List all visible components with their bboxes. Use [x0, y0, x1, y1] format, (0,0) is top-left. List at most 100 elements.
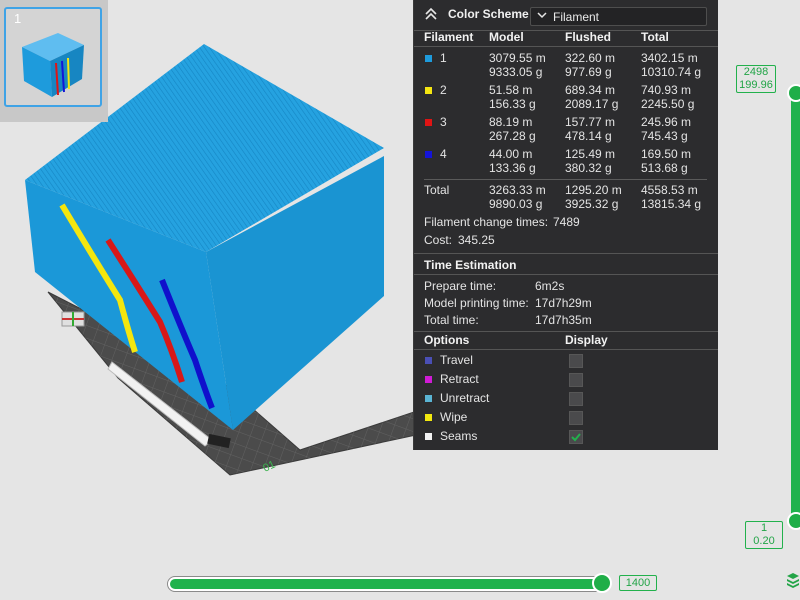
filament-total-m: 169.50 m [641, 147, 692, 161]
gcode-legend-panel: Color Scheme Filament Filament Model Flu… [413, 0, 718, 450]
top-layer-label: 2498 199.96 [736, 65, 776, 93]
option-color-swatch [425, 376, 432, 383]
cost-value: 345.25 [458, 233, 495, 247]
plate-thumbnail[interactable]: 1 [4, 7, 102, 107]
filament-total-g: 513.68 g [641, 161, 688, 175]
option-color-swatch [425, 414, 432, 421]
divider [414, 349, 718, 350]
header-filament: Filament [424, 30, 474, 44]
divider [414, 253, 718, 254]
bottom-layer-height: 0.20 [753, 535, 775, 547]
divider [414, 331, 718, 332]
option-color-swatch [425, 357, 432, 364]
move-slider-track[interactable] [167, 576, 611, 592]
check-icon [571, 433, 581, 442]
total-label: Total [424, 183, 450, 197]
option-label: Unretract [440, 391, 490, 405]
total-model-m: 3263.33 m [489, 183, 546, 197]
option-color-swatch [425, 433, 432, 440]
filament-flushed-m: 157.77 m [565, 115, 616, 129]
header-total: Total [641, 30, 669, 44]
option-display-checkbox[interactable] [569, 373, 583, 387]
total-flushed-g: 3925.32 g [565, 197, 619, 211]
filament-model-g: 267.28 g [489, 129, 536, 143]
divider [414, 274, 718, 275]
options-title: Options [424, 333, 470, 347]
collapse-icon[interactable] [424, 7, 438, 21]
top-layer-number: 2498 [743, 66, 769, 78]
option-display-checkbox[interactable] [569, 354, 583, 368]
cost-label: Cost: [424, 233, 453, 247]
filament-color-swatch [425, 87, 432, 94]
layer-slider-track[interactable] [791, 92, 800, 522]
layer-slider-bottom-handle[interactable] [787, 512, 800, 530]
filament-total-m: 740.93 m [641, 83, 692, 97]
filament-flushed-m: 322.60 m [565, 51, 616, 65]
bottom-layer-label: 1 0.20 [745, 521, 783, 549]
color-scheme-select[interactable]: Filament [530, 7, 707, 26]
filament-model-m: 3079.55 m [489, 51, 546, 65]
display-title: Display [565, 333, 608, 347]
move-slider-value: 1400 [619, 575, 657, 591]
total-flushed-m: 1295.20 m [565, 183, 622, 197]
model-printing-time-label: Model printing time: [424, 296, 529, 310]
color-scheme-value: Filament [553, 10, 600, 24]
filament-model-g: 9333.05 g [489, 65, 543, 79]
option-label: Retract [440, 372, 479, 386]
axis-marker [61, 311, 85, 327]
option-display-checkbox[interactable] [569, 392, 583, 406]
filament-total-g: 10310.74 g [641, 65, 702, 79]
option-label: Wipe [440, 410, 468, 424]
filament-change-value: 7489 [553, 215, 580, 229]
filament-total-g: 745.43 g [641, 129, 688, 143]
total-total-g: 13815.34 g [641, 197, 702, 211]
header-model: Model [489, 30, 524, 44]
filament-flushed-m: 125.49 m [565, 147, 616, 161]
layers-icon[interactable] [786, 572, 800, 588]
filament-flushed-m: 689.34 m [565, 83, 616, 97]
prepare-time-label: Prepare time: [424, 279, 497, 293]
filament-id: 1 [440, 51, 447, 65]
filament-model-m: 51.58 m [489, 83, 533, 97]
filament-id: 2 [440, 83, 447, 97]
filament-total-m: 245.96 m [641, 115, 692, 129]
option-label: Travel [440, 353, 473, 367]
divider [424, 179, 707, 180]
option-color-swatch [425, 395, 432, 402]
filament-flushed-g: 2089.17 g [565, 97, 619, 111]
total-time-value: 17d7h35m [535, 313, 592, 327]
header-flushed: Flushed [565, 30, 612, 44]
move-slider-fill [170, 579, 598, 589]
layer-slider-top-handle[interactable] [787, 84, 800, 102]
filament-flushed-g: 380.32 g [565, 161, 612, 175]
chevron-down-icon [537, 12, 547, 19]
filament-model-g: 156.33 g [489, 97, 536, 111]
divider [414, 46, 718, 47]
filament-color-swatch [425, 55, 432, 62]
filament-flushed-g: 977.69 g [565, 65, 612, 79]
option-display-checkbox[interactable] [569, 430, 583, 444]
move-slider-handle[interactable] [592, 573, 612, 593]
total-time-label: Total time: [424, 313, 479, 327]
plate-thumbnail-icon [22, 33, 84, 97]
filament-model-m: 88.19 m [489, 115, 533, 129]
option-display-checkbox[interactable] [569, 411, 583, 425]
filament-color-swatch [425, 119, 432, 126]
model-printing-time-value: 17d7h29m [535, 296, 592, 310]
filament-id: 3 [440, 115, 447, 129]
color-scheme-header: Color Scheme Filament [414, 0, 718, 30]
filament-model-g: 133.36 g [489, 161, 536, 175]
filament-change-label: Filament change times: [424, 215, 549, 229]
filament-total-m: 3402.15 m [641, 51, 698, 65]
filament-model-m: 44.00 m [489, 147, 533, 161]
bottom-layer-number: 1 [760, 522, 768, 534]
top-layer-height: 199.96 [739, 79, 773, 91]
prepare-time-value: 6m2s [535, 279, 565, 293]
filament-flushed-g: 478.14 g [565, 129, 612, 143]
total-model-g: 9890.03 g [489, 197, 543, 211]
filament-total-g: 2245.50 g [641, 97, 695, 111]
filament-color-swatch [425, 151, 432, 158]
option-label: Seams [440, 429, 478, 443]
total-total-m: 4558.53 m [641, 183, 698, 197]
plate-list: 1 [0, 0, 108, 122]
